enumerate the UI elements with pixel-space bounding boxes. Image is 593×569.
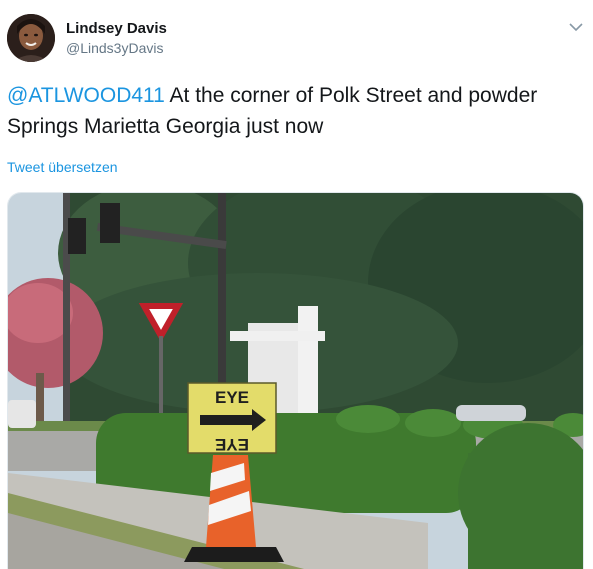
street-scene-image: EYE EYE	[8, 193, 583, 569]
display-name[interactable]: Lindsey Davis	[66, 20, 167, 37]
mention-link[interactable]: @ATLWOOD411	[7, 84, 165, 107]
avatar[interactable]	[7, 14, 55, 62]
chevron-down-icon[interactable]	[566, 20, 586, 36]
tweet-photo[interactable]: EYE EYE	[7, 192, 584, 569]
translate-tweet-link[interactable]: Tweet übersetzen	[7, 159, 118, 175]
sign-bottom-text: EYE	[215, 435, 249, 454]
avatar-image	[7, 14, 55, 62]
user-handle[interactable]: @Linds3yDavis	[66, 40, 163, 56]
sign-top-text: EYE	[215, 388, 249, 407]
tweet-text: @ATLWOOD411 At the corner of Polk Street…	[7, 80, 577, 142]
